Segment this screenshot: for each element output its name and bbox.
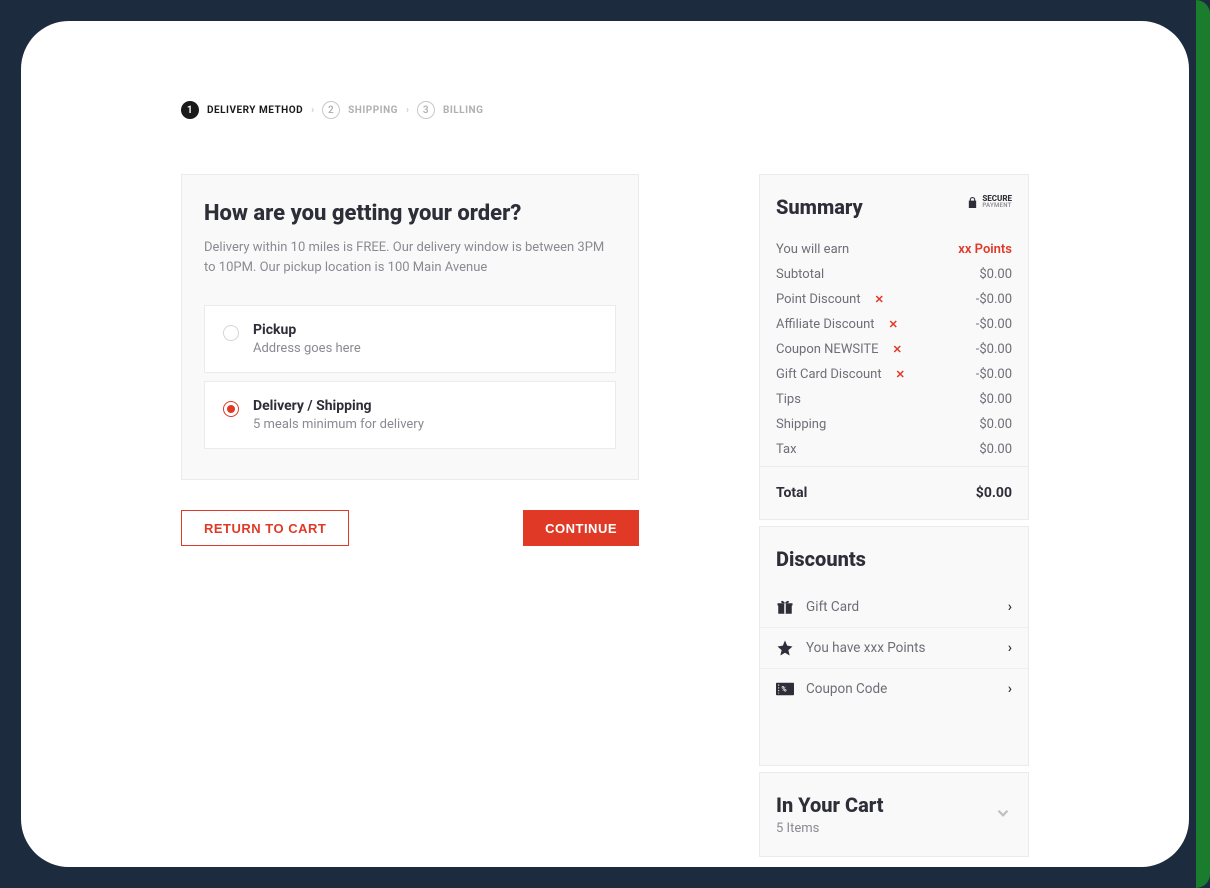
- step-billing[interactable]: 3 BILLING: [417, 101, 483, 119]
- panel-description: Delivery within 10 miles is FREE. Our de…: [204, 238, 616, 277]
- checkout-steps: 1 DELIVERY METHOD › 2 SHIPPING › 3 BILLI…: [181, 101, 1029, 119]
- option-title: Pickup: [253, 322, 361, 338]
- line-value: $0.00: [979, 392, 1012, 407]
- line-label: You will earn: [776, 242, 849, 257]
- step-number: 2: [322, 101, 340, 119]
- remove-x-icon[interactable]: ✕: [889, 318, 898, 331]
- discount-row[interactable]: You have xxx Points ›: [760, 627, 1028, 668]
- secure-payment-badge: SECURE PAYMENT: [967, 195, 1012, 209]
- summary-line: Point Discount ✕ -$0.00: [776, 287, 1012, 312]
- chevron-down-icon: [994, 804, 1012, 826]
- star-icon: [776, 639, 794, 657]
- summary-total-row: Total $0.00: [760, 466, 1028, 519]
- option-subtitle: 5 meals minimum for delivery: [253, 417, 424, 432]
- summary-line: Coupon NEWSITE ✕ -$0.00: [776, 337, 1012, 362]
- line-value-points: xx Points: [958, 242, 1012, 257]
- checkout-card: 1 DELIVERY METHOD › 2 SHIPPING › 3 BILLI…: [21, 21, 1189, 867]
- line-value: $0.00: [979, 417, 1012, 432]
- radio-unselected-icon: [223, 325, 239, 341]
- total-value: $0.00: [976, 485, 1012, 501]
- content-row: How are you getting your order? Delivery…: [181, 174, 1029, 857]
- chevron-right-icon: ›: [1008, 681, 1012, 697]
- coupon-icon: %: [776, 680, 794, 698]
- option-delivery[interactable]: Delivery / Shipping 5 meals minimum for …: [204, 381, 616, 449]
- remove-x-icon[interactable]: ✕: [893, 343, 902, 356]
- discounts-panel: Discounts Gift Card › You have xxx Points ›…: [759, 526, 1029, 766]
- option-title: Delivery / Shipping: [253, 398, 424, 414]
- option-subtitle: Address goes here: [253, 341, 361, 356]
- svg-text:%: %: [781, 685, 786, 694]
- line-label: Gift Card Discount: [776, 367, 882, 382]
- summary-line: Tips $0.00: [776, 387, 1012, 412]
- line-label: Coupon NEWSITE: [776, 342, 879, 357]
- summary-line: Gift Card Discount ✕ -$0.00: [776, 362, 1012, 387]
- sidebar-column: Summary SECURE PAYMENT You will earn xx …: [759, 174, 1029, 857]
- discount-label: Gift Card: [806, 599, 859, 615]
- radio-selected-icon: [223, 401, 239, 417]
- option-text: Pickup Address goes here: [253, 322, 361, 356]
- summary-line: Shipping $0.00: [776, 412, 1012, 437]
- summary-line: Tax $0.00: [776, 437, 1012, 462]
- line-label: Point Discount: [776, 292, 861, 307]
- line-value: -$0.00: [976, 367, 1012, 382]
- summary-line-earn: You will earn xx Points: [776, 237, 1012, 262]
- return-to-cart-button[interactable]: RETURN TO CART: [181, 510, 349, 546]
- discount-label: Coupon Code: [806, 681, 887, 697]
- line-value: -$0.00: [976, 317, 1012, 332]
- delivery-method-panel: How are you getting your order? Delivery…: [181, 174, 639, 480]
- line-value: $0.00: [979, 267, 1012, 282]
- line-label: Tips: [776, 392, 801, 407]
- step-label: SHIPPING: [348, 105, 398, 116]
- option-text: Delivery / Shipping 5 meals minimum for …: [253, 398, 424, 432]
- main-column: How are you getting your order? Delivery…: [181, 174, 639, 546]
- summary-line: Affiliate Discount ✕ -$0.00: [776, 312, 1012, 337]
- remove-x-icon[interactable]: ✕: [896, 368, 905, 381]
- step-label: BILLING: [443, 105, 483, 116]
- cart-title: In Your Cart: [776, 793, 884, 817]
- discount-label: You have xxx Points: [806, 640, 926, 656]
- lock-icon: [967, 196, 978, 209]
- step-number: 1: [181, 101, 199, 119]
- summary-title: Summary: [776, 195, 863, 219]
- panel-title: How are you getting your order?: [204, 201, 616, 226]
- chevron-right-icon: ›: [1008, 599, 1012, 615]
- remove-x-icon[interactable]: ✕: [875, 293, 884, 306]
- chevron-right-icon: ›: [1008, 640, 1012, 656]
- line-value: $0.00: [979, 442, 1012, 457]
- chevron-right-icon: ›: [406, 105, 409, 116]
- cart-panel[interactable]: In Your Cart 5 Items: [759, 772, 1029, 857]
- line-label: Affiliate Discount: [776, 317, 875, 332]
- option-pickup[interactable]: Pickup Address goes here: [204, 305, 616, 373]
- line-value: -$0.00: [976, 292, 1012, 307]
- step-shipping[interactable]: 2 SHIPPING: [322, 101, 398, 119]
- total-label: Total: [776, 485, 807, 501]
- discounts-title: Discounts: [760, 547, 1028, 571]
- discount-row[interactable]: Gift Card ›: [760, 587, 1028, 627]
- summary-panel: Summary SECURE PAYMENT You will earn xx …: [759, 174, 1029, 520]
- step-number: 3: [417, 101, 435, 119]
- line-value: -$0.00: [976, 342, 1012, 357]
- line-label: Shipping: [776, 417, 826, 432]
- background-edge: [1196, 0, 1210, 888]
- step-label: DELIVERY METHOD: [207, 105, 303, 116]
- line-label: Subtotal: [776, 267, 824, 282]
- cart-item-count: 5 Items: [776, 821, 884, 836]
- summary-line: Subtotal $0.00: [776, 262, 1012, 287]
- gift-icon: [776, 598, 794, 616]
- button-row: RETURN TO CART CONTINUE: [181, 510, 639, 546]
- step-delivery-method[interactable]: 1 DELIVERY METHOD: [181, 101, 303, 119]
- secure-label-bottom: PAYMENT: [982, 203, 1012, 209]
- chevron-right-icon: ›: [311, 105, 314, 116]
- discount-row[interactable]: % Coupon Code ›: [760, 668, 1028, 709]
- line-label: Tax: [776, 442, 797, 457]
- continue-button[interactable]: CONTINUE: [523, 510, 639, 546]
